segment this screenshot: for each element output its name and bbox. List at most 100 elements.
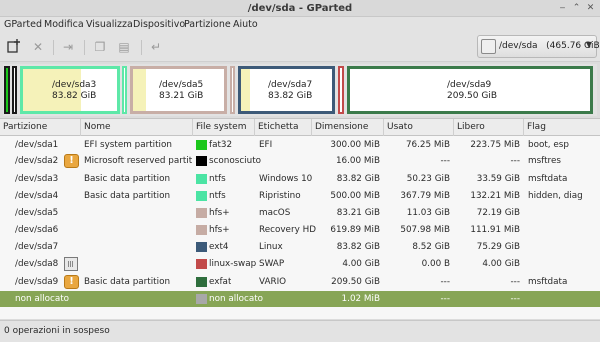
menu-visualizza[interactable]: Visualizza (86, 19, 133, 30)
cell-used: 8.52 GiB (412, 242, 450, 252)
cell-label: Linux (259, 242, 283, 252)
cell-filesystem: linux-swap (209, 259, 257, 269)
cell-filesystem: hfs+ (209, 208, 230, 218)
cell-size: 1.02 MiB (341, 294, 380, 304)
diskmap-sda5-name: /dev/sda5 (159, 80, 204, 90)
cell-filesystem: sconosciuto (209, 156, 262, 166)
filesystem-color-swatch (196, 259, 207, 269)
cell-size: 300.00 MiB (330, 140, 380, 150)
filesystem-color-swatch (196, 242, 207, 252)
cell-partition: non allocato (15, 294, 70, 304)
resize-move-icon[interactable]: ⇥ (60, 39, 76, 55)
device-selector[interactable]: /dev/sda (465.76 GiB) ▼ (477, 35, 600, 58)
cell-name: Basic data partition (84, 277, 171, 287)
diskmap-partition-sda3[interactable]: /dev/sda3 83.82 GiB (20, 66, 120, 114)
device-name: /dev/sda (499, 41, 538, 51)
diskmap-sda3-size: 83.82 GiB (52, 91, 97, 101)
menu-gparted[interactable]: GParted (4, 19, 42, 30)
table-row[interactable]: /dev/sda2 ! Microsoft reserved partition… (0, 153, 600, 169)
cell-size: 83.82 GiB (336, 242, 380, 252)
cell-flags: msftdata (528, 174, 568, 184)
diskmap-partition-sda1[interactable] (4, 66, 10, 114)
toolbar-separator (84, 40, 85, 55)
toolbar-separator (53, 40, 54, 55)
cell-used: 507.98 MiB (400, 225, 450, 235)
new-partition-icon[interactable] (6, 39, 22, 55)
cell-free: --- (510, 277, 520, 287)
cell-free: --- (510, 294, 520, 304)
cell-label: Ripristino (259, 191, 301, 201)
table-row[interactable]: /dev/sda7 ext4 Linux 83.82 GiB 8.52 GiB … (0, 239, 600, 255)
menu-aiuto[interactable]: Aiuto (233, 19, 258, 30)
harddisk-icon (481, 39, 496, 54)
cell-name (84, 256, 192, 272)
lock-icon (64, 257, 78, 271)
column-header-flag[interactable]: Flag (524, 119, 600, 136)
cell-size: 500.00 MiB (330, 191, 380, 201)
maximize-icon[interactable]: ⌃ (571, 3, 582, 14)
paste-icon[interactable]: ▤ (116, 39, 132, 55)
cell-free: 132.21 MiB (470, 191, 520, 201)
filesystem-color-swatch (196, 174, 207, 184)
table-row[interactable]: /dev/sda4 Basic data partition ntfs Ripr… (0, 188, 600, 204)
cell-partition: /dev/sda2 (15, 156, 59, 166)
menu-partizione[interactable]: Partizione (184, 19, 231, 30)
menu-modifica[interactable]: Modifica (44, 19, 84, 30)
diskmap-partition-sda2[interactable] (12, 66, 17, 114)
cell-used: 50.23 GiB (406, 174, 450, 184)
warning-icon: ! (64, 154, 79, 168)
cell-label: SWAP (259, 259, 285, 269)
cell-used: 11.03 GiB (406, 208, 450, 218)
cell-size: 619.89 MiB (330, 225, 380, 235)
cell-free: 72.19 GiB (476, 208, 520, 218)
copy-icon[interactable]: ❐ (92, 39, 108, 55)
table-row[interactable]: /dev/sda1 EFI system partition fat32 EFI… (0, 137, 600, 153)
close-icon[interactable]: ✕ (585, 3, 596, 14)
menu-dispositivo[interactable]: Dispositivo (133, 19, 185, 30)
filesystem-color-swatch (196, 140, 207, 150)
table-row[interactable]: /dev/sda9 ! Basic data partition exfat V… (0, 274, 600, 290)
cell-used: --- (440, 294, 450, 304)
column-header-partizione[interactable]: Partizione (0, 119, 81, 136)
cell-size: 16.00 MiB (335, 156, 380, 166)
cell-label: Recovery HD (259, 225, 316, 235)
column-header-dimensione[interactable]: Dimensione (312, 119, 384, 136)
menu-bar: GParted Modifica Visualizza Dispositivo … (0, 17, 600, 32)
filesystem-color-swatch (196, 191, 207, 201)
column-header-usato[interactable]: Usato (384, 119, 454, 136)
table-row-selected[interactable]: non allocato non allocato 1.02 MiB --- -… (0, 291, 600, 307)
cell-name: EFI system partition (84, 140, 172, 150)
column-header-etichetta[interactable]: Etichetta (255, 119, 312, 136)
cell-partition: /dev/sda3 (15, 174, 59, 184)
table-row[interactable]: /dev/sda6 hfs+ Recovery HD 619.89 MiB 50… (0, 222, 600, 238)
column-header-filesystem[interactable]: File system (193, 119, 255, 136)
diskmap-partition-sda7[interactable]: /dev/sda7 83.82 GiB (238, 66, 335, 114)
diskmap-sda7-size: 83.82 GiB (268, 91, 313, 101)
table-row[interactable]: /dev/sda5 hfs+ macOS 83.21 GiB 11.03 GiB… (0, 205, 600, 221)
toolbar-separator (141, 40, 142, 55)
cell-flags: msftdata (528, 277, 568, 287)
table-row[interactable]: /dev/sda3 Basic data partition ntfs Wind… (0, 171, 600, 187)
column-header-nome[interactable]: Nome (81, 119, 193, 136)
diskmap-partition-sda8[interactable] (338, 66, 344, 114)
filesystem-color-swatch (196, 294, 207, 304)
cell-flags: boot, esp (528, 140, 569, 150)
cell-size: 83.82 GiB (336, 174, 380, 184)
diskmap-partition-sda5[interactable]: /dev/sda5 83.21 GiB (130, 66, 227, 114)
column-header-libero[interactable]: Libero (454, 119, 524, 136)
cell-name: Basic data partition (84, 191, 171, 201)
warning-icon: ! (64, 275, 79, 289)
diskmap-sda9-size: 209.50 GiB (447, 91, 498, 101)
minimize-icon[interactable]: ‒ (557, 3, 568, 14)
disk-map: /dev/sda3 83.82 GiB /dev/sda5 83.21 GiB … (3, 64, 597, 116)
table-row[interactable]: /dev/sda8 linux-swap SWAP 4.00 GiB 0.00 … (0, 256, 600, 272)
diskmap-partition-sda4[interactable] (122, 66, 127, 114)
cell-free: 75.29 GiB (476, 242, 520, 252)
undo-apply-icon[interactable]: ↵ (148, 39, 164, 55)
cell-used: 0.00 B (421, 259, 450, 269)
diskmap-partition-sda6[interactable] (230, 66, 235, 114)
diskmap-partition-sda9[interactable]: /dev/sda9 209.50 GiB (347, 66, 593, 114)
cell-partition: /dev/sda6 (15, 225, 59, 235)
cell-partition: /dev/sda4 (15, 191, 59, 201)
delete-icon[interactable]: ✕ (30, 39, 46, 55)
